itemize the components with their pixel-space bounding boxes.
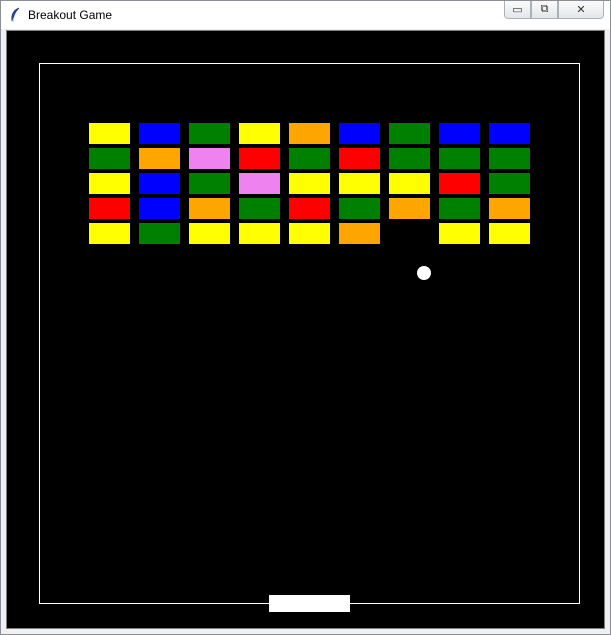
brick: [389, 123, 430, 144]
brick: [339, 148, 380, 169]
brick: [139, 148, 180, 169]
title-bar[interactable]: Breakout Game ▭ ⧉ ✕: [1, 1, 610, 29]
brick: [339, 223, 380, 244]
brick: [289, 198, 330, 219]
brick: [489, 123, 530, 144]
brick: [339, 198, 380, 219]
brick: [89, 123, 130, 144]
brick: [189, 223, 230, 244]
brick: [289, 123, 330, 144]
brick: [89, 173, 130, 194]
brick: [189, 198, 230, 219]
brick: [139, 123, 180, 144]
paddle[interactable]: [269, 595, 350, 612]
brick: [89, 223, 130, 244]
brick: [439, 223, 480, 244]
brick: [239, 123, 280, 144]
brick: [389, 198, 430, 219]
brick: [139, 198, 180, 219]
brick: [439, 148, 480, 169]
brick: [239, 198, 280, 219]
brick: [489, 173, 530, 194]
brick: [439, 198, 480, 219]
brick: [239, 173, 280, 194]
brick: [439, 173, 480, 194]
brick: [239, 148, 280, 169]
brick: [489, 223, 530, 244]
brick: [139, 173, 180, 194]
brick: [389, 173, 430, 194]
brick: [189, 173, 230, 194]
brick: [289, 223, 330, 244]
minimize-button[interactable]: ▭: [504, 1, 531, 19]
close-button[interactable]: ✕: [558, 1, 604, 19]
brick: [389, 148, 430, 169]
window-title: Breakout Game: [28, 8, 113, 22]
brick: [439, 123, 480, 144]
brick: [489, 198, 530, 219]
brick: [239, 223, 280, 244]
brick: [189, 123, 230, 144]
brick: [89, 198, 130, 219]
brick: [489, 148, 530, 169]
window-controls: ▭ ⧉ ✕: [504, 1, 604, 21]
brick: [89, 148, 130, 169]
brick: [139, 223, 180, 244]
ball: [417, 266, 431, 280]
brick: [289, 148, 330, 169]
brick: [339, 173, 380, 194]
brick: [339, 123, 380, 144]
restore-button[interactable]: ⧉: [531, 1, 558, 19]
brick: [189, 148, 230, 169]
feather-icon: [11, 7, 20, 23]
play-area-border: [39, 63, 580, 604]
brick: [289, 173, 330, 194]
